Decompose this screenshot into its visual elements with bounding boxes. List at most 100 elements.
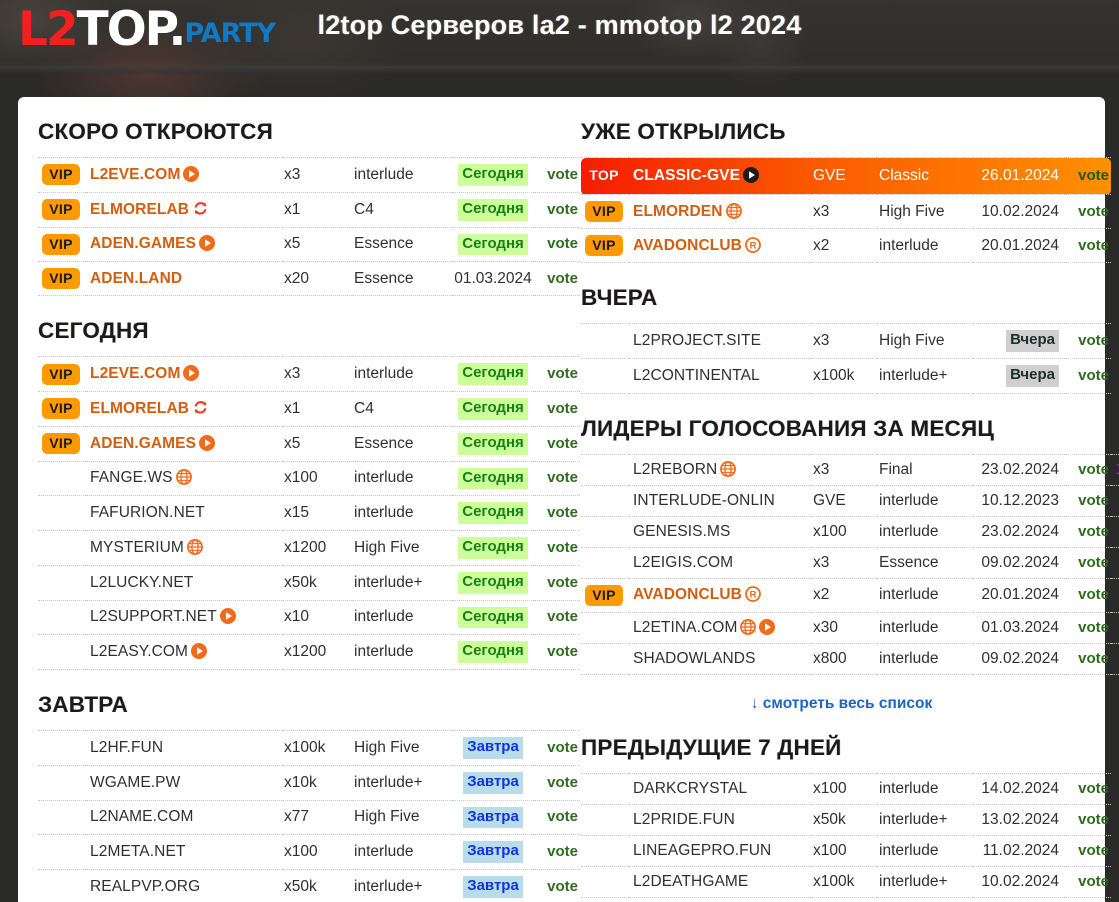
vote-link[interactable]: vote [1078, 167, 1109, 184]
vote-link[interactable]: vote [547, 878, 578, 895]
server-name-cell[interactable]: ELMORELAB [86, 192, 282, 227]
vote-cell[interactable]: vote [534, 835, 580, 870]
server-name-cell[interactable]: ELMORDEN [629, 195, 811, 229]
vote-cell[interactable]: vote [1065, 454, 1111, 485]
globe-icon[interactable] [175, 469, 192, 486]
server-name-link[interactable]: FANGE.WS [90, 469, 173, 486]
play-icon[interactable] [199, 235, 216, 252]
server-name-link[interactable]: L2NAME.COM [90, 808, 194, 825]
table-row[interactable]: VIP L2EVE.COM x3 interlude Сегодня vote [38, 356, 580, 392]
table-row[interactable]: VIP ADEN.GAMES x5 Essence Сегодня vote [38, 227, 580, 262]
play-icon[interactable] [759, 618, 776, 635]
vote-cell[interactable]: vote [534, 227, 580, 262]
server-name-link[interactable]: REALPVP.ORG [90, 878, 200, 895]
table-row[interactable]: VIP ADEN.LAND x20 Essence 01.03.2024 vote [38, 261, 580, 296]
vote-link[interactable]: vote [1078, 586, 1109, 603]
vote-cell[interactable]: vote [1065, 324, 1111, 359]
table-row[interactable]: FAFURION.NET x15 interlude Сегодня vote [38, 495, 580, 531]
table-row[interactable]: TOP CLASSIC-GVE GVE Classic 26.01.2024 vote [581, 157, 1111, 195]
vote-link[interactable]: vote [547, 235, 578, 252]
table-row[interactable]: L2ETINA.COM x30 interlude 01.03.2024 vote5 [581, 612, 1119, 643]
server-name-cell[interactable]: L2SUPPORT.NET [86, 600, 282, 635]
vote-cell[interactable]: vote [1065, 516, 1111, 547]
vote-cell[interactable]: vote [534, 800, 580, 835]
server-name-cell[interactable]: L2PROJECT.SITE [629, 324, 811, 359]
table-row[interactable]: VIP ELMORDEN x3 High Five 10.02.2024 vote [581, 194, 1111, 229]
server-name-cell[interactable]: FAFURION.NET [86, 496, 282, 531]
table-row[interactable]: VIP ADEN.GAMES x5 Essence Сегодня vote [38, 426, 580, 461]
vote-link[interactable]: vote [547, 435, 578, 452]
server-name-cell[interactable]: REALPVP.ORG [86, 870, 282, 902]
table-row[interactable]: L2META.NET x100 interlude Завтра vote [38, 834, 580, 870]
vote-cell[interactable]: vote [534, 426, 580, 461]
server-name-cell[interactable]: L2DEATHGAME [629, 866, 811, 897]
server-name-cell[interactable]: ADEN.GAMES [86, 426, 282, 461]
server-name-cell[interactable]: SHADOWLANDS [629, 643, 811, 674]
vote-link[interactable]: vote [1078, 619, 1109, 636]
table-row[interactable]: DARKCRYSTAL x100 interlude 14.02.2024 vote [581, 773, 1111, 804]
table-row[interactable]: L2PROJECT.SITE x3 High Five Вчера vote [581, 323, 1111, 359]
server-name-link[interactable]: L2HF.FUN [90, 739, 163, 756]
globe-icon[interactable] [725, 202, 742, 219]
vote-cell[interactable]: vote [534, 600, 580, 635]
table-row[interactable]: LINEAGEPRO.FUN x100 interlude 11.02.2024 vot… [581, 835, 1111, 866]
server-name-cell[interactable]: L2META.NET [86, 835, 282, 870]
server-name-link[interactable]: ADEN.LAND [90, 270, 182, 287]
server-name-cell[interactable]: FANGE.WS [86, 461, 282, 496]
server-name-cell[interactable]: ADEN.LAND [86, 262, 282, 296]
vote-cell[interactable]: vote [534, 262, 580, 296]
vote-cell[interactable]: vote [1065, 578, 1111, 612]
table-row[interactable]: L2NAME.COM x77 High Five Завтра vote [38, 800, 580, 835]
vote-link[interactable]: vote [547, 539, 578, 556]
server-name-cell[interactable]: INTERLUDE-ONLIN [629, 485, 811, 516]
vote-link[interactable]: vote [547, 843, 578, 860]
vote-link[interactable]: vote [547, 739, 578, 756]
vote-link[interactable]: vote [547, 808, 578, 825]
vote-cell[interactable]: vote [1065, 158, 1111, 195]
play-icon[interactable] [183, 165, 200, 182]
table-row[interactable]: VIP AVADONCLUB Rx2 interlude 20.01.2024 vote [581, 228, 1111, 263]
registered-icon[interactable]: R [745, 236, 761, 253]
server-name-cell[interactable]: L2EIGIS.COM [629, 547, 811, 578]
server-name-cell[interactable]: AVADONCLUB R [629, 578, 811, 612]
table-row[interactable]: L2EIGIS.COM x3 Essence 09.02.2024 vote6 [581, 547, 1119, 578]
vote-cell[interactable]: vote [534, 765, 580, 800]
server-name-cell[interactable]: L2EVE.COM [86, 158, 282, 193]
server-name-cell[interactable]: L2HF.FUN [86, 731, 282, 766]
vote-link[interactable]: vote [547, 201, 578, 218]
vote-cell[interactable]: vote [1065, 229, 1111, 263]
server-name-link[interactable]: AVADONCLUB [633, 237, 742, 254]
vote-link[interactable]: vote [1078, 367, 1109, 384]
server-name-link[interactable]: ADEN.GAMES [90, 235, 196, 252]
table-row[interactable]: INTERLUDE-ONLIN GVE interlude 10.12.2023 vot… [581, 485, 1119, 516]
server-name-link[interactable]: LINEAGEPRO.FUN [633, 842, 771, 859]
globe-icon[interactable] [720, 460, 737, 477]
server-name-link[interactable]: GENESIS.MS [633, 523, 730, 540]
vote-cell[interactable]: vote [534, 731, 580, 766]
server-name-cell[interactable]: CLASSIC-GVE [629, 158, 811, 195]
server-name-link[interactable]: L2SUPPORT.NET [90, 608, 217, 625]
play-icon[interactable] [183, 365, 200, 382]
table-row[interactable]: WGAME.PW x10k interlude+ Завтра vote [38, 765, 580, 800]
vote-link[interactable]: vote [1078, 237, 1109, 254]
vote-link[interactable]: vote [1078, 461, 1109, 478]
server-name-link[interactable]: ELMORELAB [90, 400, 189, 417]
server-name-cell[interactable]: L2EVE.COM [86, 357, 282, 392]
refresh-icon[interactable] [192, 200, 209, 217]
vote-link[interactable]: vote [547, 365, 578, 382]
vote-cell[interactable]: vote [534, 392, 580, 427]
vote-link[interactable]: vote [1078, 523, 1109, 540]
vote-cell[interactable]: vote [1065, 804, 1111, 835]
vote-link[interactable]: vote [547, 166, 578, 183]
vote-link[interactable]: vote [547, 504, 578, 521]
vote-link[interactable]: vote [1078, 811, 1109, 828]
server-name-cell[interactable]: MYSTERIUM [86, 531, 282, 566]
server-name-cell[interactable]: LINEAGEPRO.FUN [629, 835, 811, 866]
table-row[interactable]: L2EASY.COM x1200 interlude Сегодня vote [38, 634, 580, 670]
server-name-cell[interactable]: DARKCRYSTAL [629, 773, 811, 804]
server-name-cell[interactable]: L2ETINA.COM [629, 612, 811, 643]
server-name-link[interactable]: L2PRIDE.FUN [633, 811, 735, 828]
server-name-link[interactable]: L2REBORN [633, 461, 717, 478]
vote-cell[interactable]: vote [1065, 643, 1111, 674]
vote-link[interactable]: vote [547, 643, 578, 660]
